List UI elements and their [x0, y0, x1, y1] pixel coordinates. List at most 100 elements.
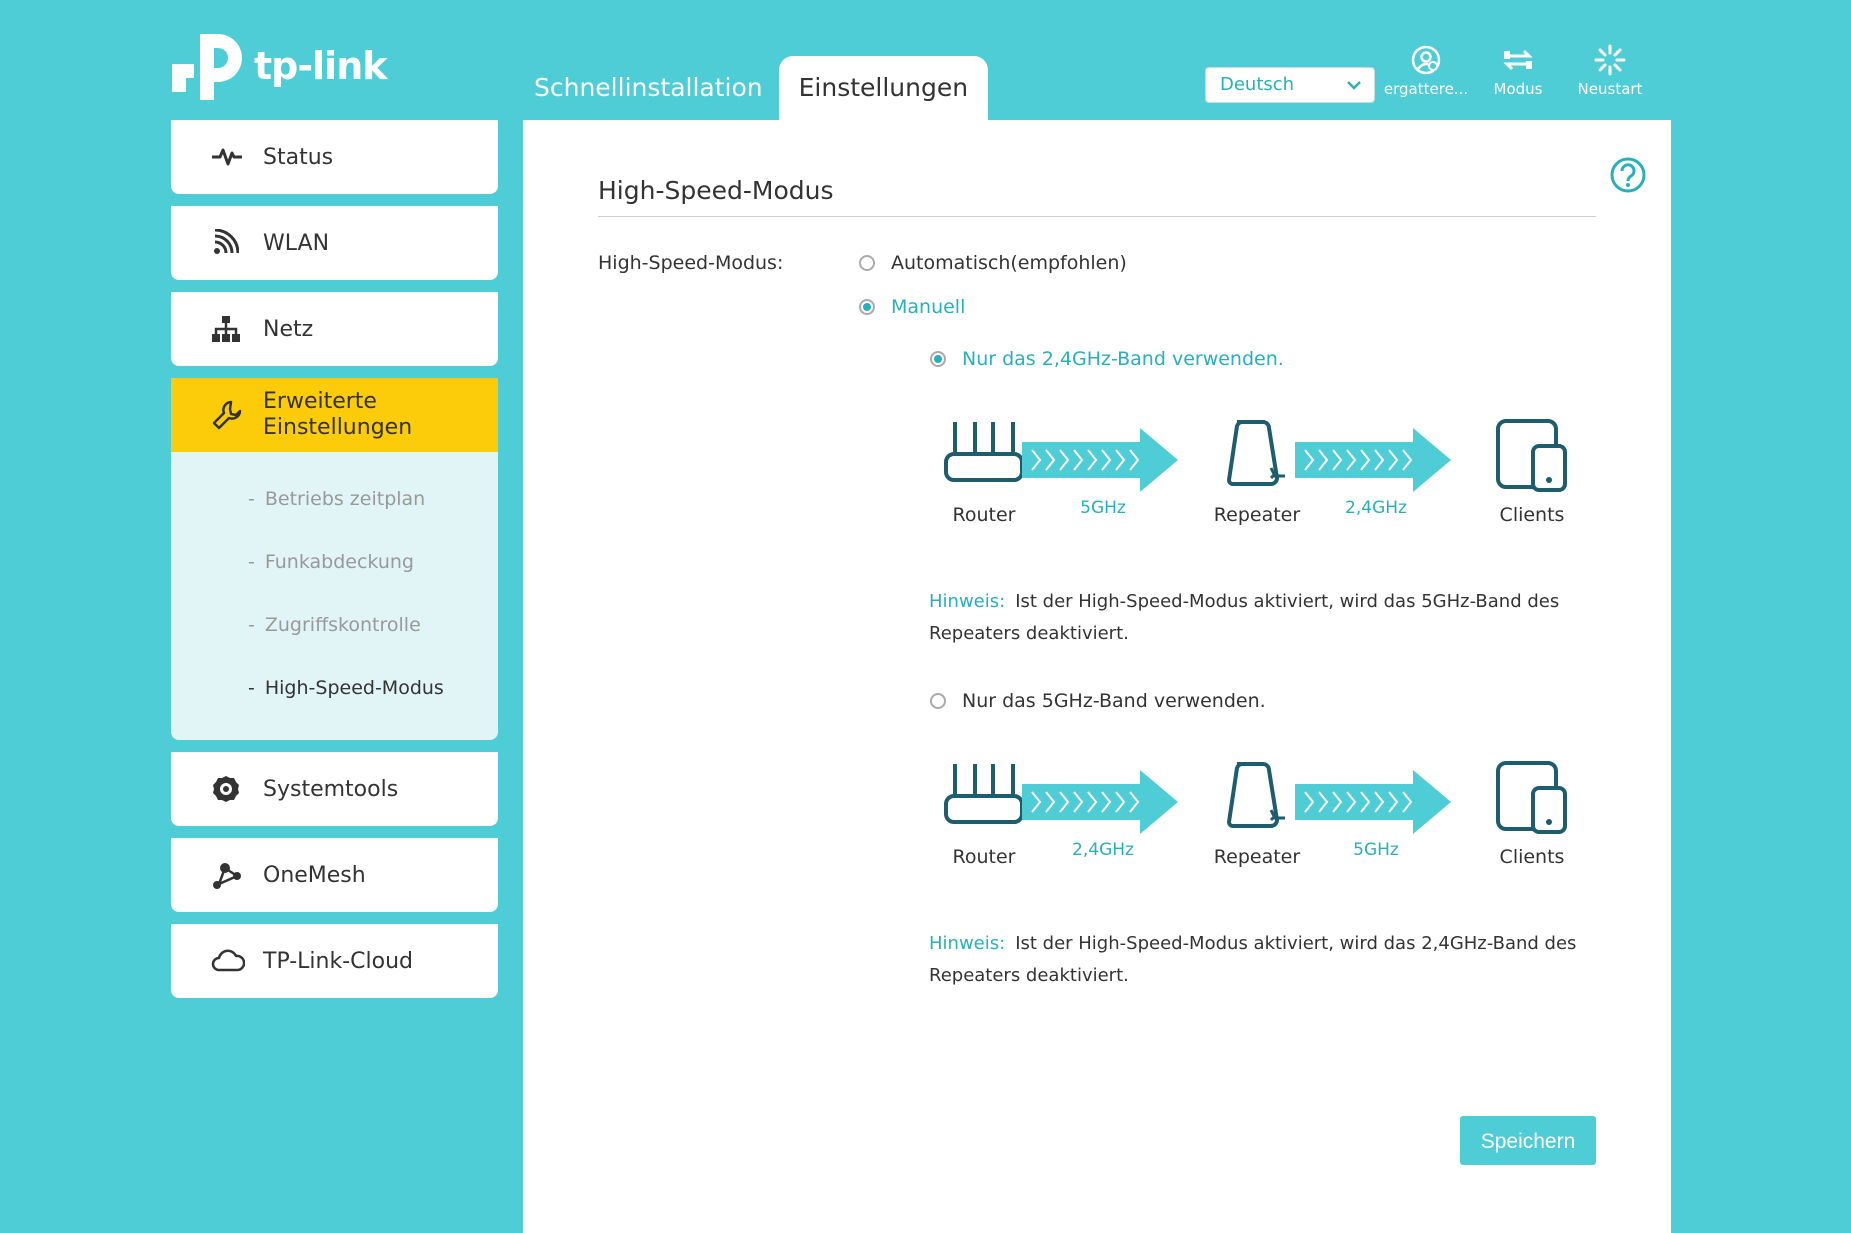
- tp-link-logo: tp-link: [170, 28, 388, 104]
- tab-schnellinstallation[interactable]: Schnellinstallation: [524, 56, 773, 120]
- dash: -: [248, 488, 255, 510]
- sidebar-item-onemesh[interactable]: OneMesh: [171, 838, 498, 912]
- tab-einstellungen[interactable]: Einstellungen: [778, 56, 989, 120]
- band-label-link2: 2,4GHz: [1345, 498, 1407, 518]
- arrow-link-1: [1022, 770, 1178, 834]
- band-label-link2: 5GHz: [1353, 840, 1399, 860]
- top-toolbar: ergattere... Modus Neustart: [1380, 40, 1656, 98]
- sidebar-item-label: WLAN: [263, 230, 330, 256]
- router-icon: [944, 764, 1024, 824]
- wifi-icon: [211, 229, 263, 257]
- submenu-item-label: Zugriffskontrolle: [264, 614, 421, 636]
- submenu-item-label: High-Speed-Modus: [264, 677, 444, 699]
- language-value: Deutsch: [1220, 74, 1295, 95]
- hint-band-5: Hinweis: Ist der High-Speed-Modus aktivie…: [929, 928, 1609, 992]
- field-label-high-speed: High-Speed-Modus:: [598, 252, 784, 274]
- sidebar-item-label: TP-Link-Cloud: [263, 948, 413, 974]
- dash: -: [248, 614, 255, 636]
- hint-text: Ist der High-Speed-Modus aktiviert, wird…: [929, 591, 1560, 644]
- submenu-erweiterte: - Betriebs zeitplan - Funkabdeckung - Zugri…: [171, 452, 498, 740]
- submenu-item-high-speed-modus[interactable]: - High-Speed-Modus: [171, 657, 498, 720]
- sidebar-item-netz[interactable]: Netz: [171, 292, 498, 366]
- language-select[interactable]: Deutsch: [1205, 67, 1375, 103]
- content-panel: High-Speed-Modus High-Speed-Modus: Autom…: [523, 120, 1671, 1233]
- cloud-icon: [211, 949, 263, 973]
- hint-band-24: Hinweis: Ist der High-Speed-Modus aktivie…: [929, 586, 1609, 650]
- arrow-link-2: [1295, 770, 1451, 834]
- radio-band-5ghz[interactable]: Nur das 5GHz-Band verwenden.: [930, 690, 1266, 712]
- mode-label: Modus: [1493, 80, 1543, 98]
- sidebar-item-systemtools[interactable]: Systemtools: [171, 752, 498, 826]
- sidebar-item-label: Netz: [263, 316, 314, 342]
- label-line-1: Erweiterte: [263, 389, 377, 414]
- radio-circle: [859, 299, 875, 315]
- radio-circle: [859, 255, 875, 271]
- pulse-icon: [211, 145, 263, 169]
- sidebar-item-tp-link-cloud[interactable]: TP-Link-Cloud: [171, 924, 498, 998]
- radio-label: Nur das 5GHz-Band verwenden.: [962, 690, 1266, 712]
- submenu-item-funkabdeckung[interactable]: - Funkabdeckung: [171, 531, 498, 594]
- sidebar-item-label: Erweiterte Einstellungen: [263, 389, 412, 441]
- account-label: ergattere...: [1383, 80, 1469, 98]
- arrow-link-2: [1295, 428, 1451, 492]
- router-icon: [944, 422, 1024, 482]
- help-icon[interactable]: [1609, 156, 1647, 198]
- repeater-icon: [1226, 762, 1285, 828]
- device-label-repeater: Repeater: [1213, 504, 1301, 526]
- label-line-2: Einstellungen: [263, 415, 413, 440]
- main-tabs: Schnellinstallation Einstellungen: [524, 56, 989, 120]
- sidebar-item-label: Status: [263, 144, 334, 170]
- page-title: High-Speed-Modus: [598, 176, 1596, 217]
- submenu-item-label: Betriebs zeitplan: [264, 488, 426, 510]
- dash: -: [248, 551, 255, 573]
- radio-label: Automatisch(empfohlen): [891, 252, 1127, 274]
- sidebar-item-wlan[interactable]: WLAN: [171, 206, 498, 280]
- hint-label: Hinweis:: [929, 933, 1006, 954]
- clients-icon: [1496, 419, 1567, 492]
- hint-label: Hinweis:: [929, 591, 1006, 612]
- radio-circle: [930, 693, 946, 709]
- band-label-link1: 2,4GHz: [1072, 840, 1134, 860]
- mode-button[interactable]: Modus: [1472, 40, 1564, 98]
- clients-icon: [1496, 761, 1567, 834]
- save-button[interactable]: Speichern: [1460, 1116, 1596, 1165]
- reboot-button[interactable]: Neustart: [1564, 40, 1656, 98]
- device-label-clients: Clients: [1499, 846, 1565, 868]
- submenu-item-label: Funkabdeckung: [264, 551, 414, 573]
- radio-label: Manuell: [891, 296, 966, 318]
- sidebar: Status WLAN Netz Erweiterte Einstellungen…: [171, 120, 498, 1010]
- network-icon: [211, 315, 263, 343]
- mode-switch-icon: [1472, 40, 1564, 80]
- radio-circle: [930, 351, 946, 367]
- submenu-item-betriebszeitplan[interactable]: - Betriebs zeitplan: [171, 468, 498, 531]
- dash: -: [248, 677, 255, 699]
- sidebar-item-erweiterte-einstellungen[interactable]: Erweiterte Einstellungen: [171, 378, 498, 452]
- radio-manuell[interactable]: Manuell: [859, 296, 965, 318]
- device-label-router: Router: [952, 846, 1016, 868]
- hint-text: Ist der High-Speed-Modus aktiviert, wird…: [929, 933, 1577, 986]
- repeater-icon: [1226, 420, 1285, 486]
- tp-link-logo-icon: [172, 34, 242, 100]
- diagram-band-24: Router 5GHz Repeater 2,4GHz Clients: [921, 418, 1571, 538]
- device-label-router: Router: [952, 504, 1016, 526]
- user-icon: [1380, 40, 1472, 80]
- radio-label: Nur das 2,4GHz-Band verwenden.: [962, 348, 1284, 370]
- reboot-label: Neustart: [1577, 80, 1643, 98]
- chevron-down-icon: [1346, 68, 1362, 114]
- submenu-item-zugriffskontrolle[interactable]: - Zugriffskontrolle: [171, 594, 498, 657]
- wrench-icon: [211, 399, 263, 431]
- account-button[interactable]: ergattere...: [1380, 40, 1472, 98]
- band-label-link1: 5GHz: [1080, 498, 1126, 518]
- device-label-clients: Clients: [1499, 504, 1565, 526]
- reboot-icon: [1564, 40, 1656, 80]
- mesh-icon: [211, 860, 263, 890]
- gear-icon: [211, 774, 263, 804]
- radio-band-24ghz[interactable]: Nur das 2,4GHz-Band verwenden.: [930, 348, 1284, 370]
- device-label-repeater: Repeater: [1213, 846, 1301, 868]
- sidebar-item-status[interactable]: Status: [171, 120, 498, 194]
- arrow-link-1: [1022, 428, 1178, 492]
- brand-name: tp-link: [254, 44, 388, 88]
- diagram-band-5: Router 2,4GHz Repeater 5GHz Clients: [921, 760, 1571, 880]
- sidebar-item-label: OneMesh: [263, 862, 366, 888]
- radio-automatisch[interactable]: Automatisch(empfohlen): [859, 252, 1127, 274]
